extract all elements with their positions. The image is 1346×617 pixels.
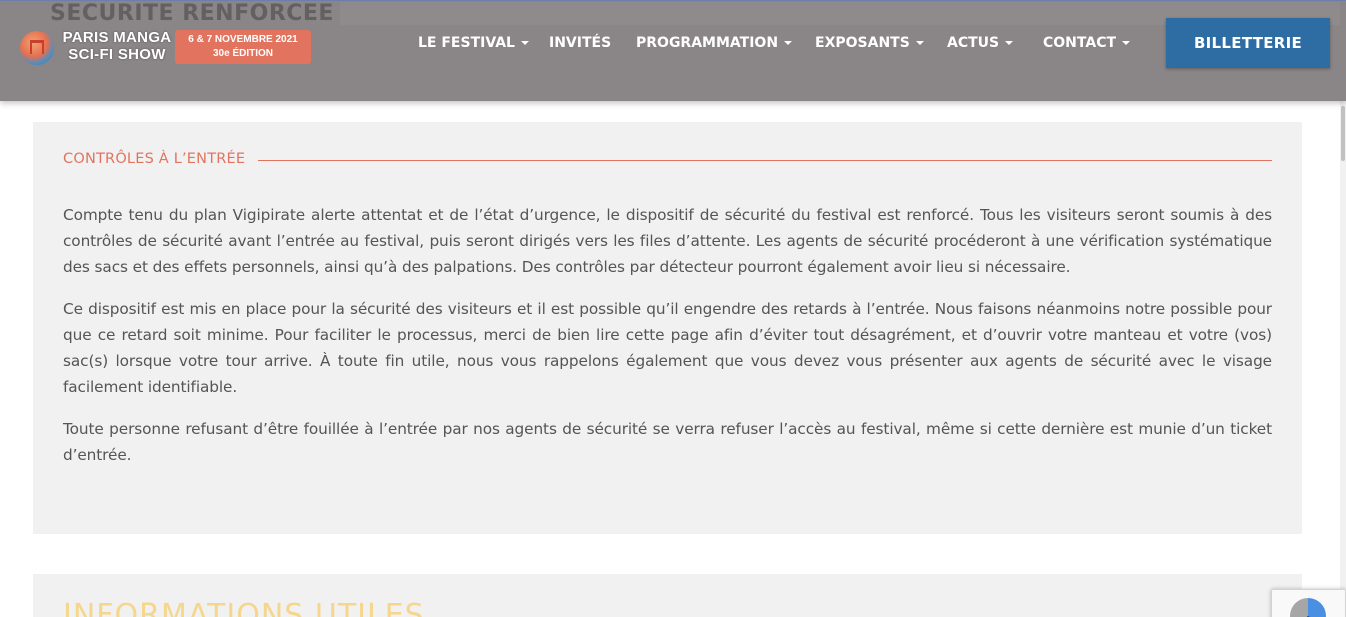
security-section: CONTRÔLES À L’ENTRÉE Compte tenu du plan… xyxy=(33,122,1302,534)
nav-label: INVITÉS xyxy=(549,35,612,51)
recaptcha-icon xyxy=(1290,598,1326,617)
section-heading: CONTRÔLES À L’ENTRÉE xyxy=(63,150,1272,170)
logo-date: 6 & 7 NOVEMBRE 2021 xyxy=(188,34,298,45)
nav-item-invites[interactable]: INVITÉS xyxy=(549,35,611,51)
useful-info-section: INFORMATIONS UTILES xyxy=(33,574,1302,617)
caret-down-icon xyxy=(1122,41,1131,45)
nav-label: ACTUS xyxy=(947,35,1000,51)
billetterie-button[interactable]: BILLETTERIE xyxy=(1166,18,1330,68)
site-logo[interactable]: PARIS MANGA SCI-FI SHOW 6 & 7 NOVEMBRE 2… xyxy=(20,29,312,67)
logo-text: PARIS MANGA SCI-FI SHOW xyxy=(58,29,176,63)
logo-date-badge: 6 & 7 NOVEMBRE 2021 30e ÉDITION xyxy=(175,30,311,64)
scrollbar-thumb[interactable] xyxy=(1341,106,1345,161)
paragraph-3: Toute personne refusant d’être fouillée … xyxy=(63,420,1272,464)
paragraph-1: Compte tenu du plan Vigipirate alerte at… xyxy=(63,206,1272,276)
torii-gate-icon xyxy=(30,40,44,54)
caret-down-icon xyxy=(784,41,793,45)
logo-line2: SCI-FI SHOW xyxy=(68,46,166,63)
nav-label: LE FESTIVAL xyxy=(418,35,515,51)
useful-info-title: INFORMATIONS UTILES xyxy=(63,598,425,617)
nav-item-programmation[interactable]: PROGRAMMATION xyxy=(636,35,793,51)
nav-item-actus[interactable]: ACTUS xyxy=(947,35,1014,51)
paragraph-2: Ce dispositif est mis en place pour la s… xyxy=(63,300,1272,396)
recaptcha-badge[interactable] xyxy=(1271,589,1346,617)
caret-down-icon xyxy=(1005,41,1014,45)
logo-line1: PARIS MANGA xyxy=(62,29,172,46)
nav-item-exposants[interactable]: EXPOSANTS xyxy=(815,35,924,51)
page-hero-title: SECURITE RENFORCEE xyxy=(50,1,334,26)
logo-emblem xyxy=(20,31,54,65)
nav-label: PROGRAMMATION xyxy=(636,35,779,51)
caret-down-icon xyxy=(915,41,924,45)
nav-item-contact[interactable]: CONTACT xyxy=(1043,35,1131,51)
logo-edition: 30e ÉDITION xyxy=(212,48,274,59)
section-title: CONTRÔLES À L’ENTRÉE xyxy=(63,151,259,167)
caret-down-icon xyxy=(520,41,529,45)
nav-label: EXPOSANTS xyxy=(815,35,910,51)
nav-item-festival[interactable]: LE FESTIVAL xyxy=(418,35,529,51)
nav-label: CONTACT xyxy=(1043,35,1117,51)
site-header: SECURITE RENFORCEE PARIS MANGA SCI-FI SH… xyxy=(0,0,1346,101)
